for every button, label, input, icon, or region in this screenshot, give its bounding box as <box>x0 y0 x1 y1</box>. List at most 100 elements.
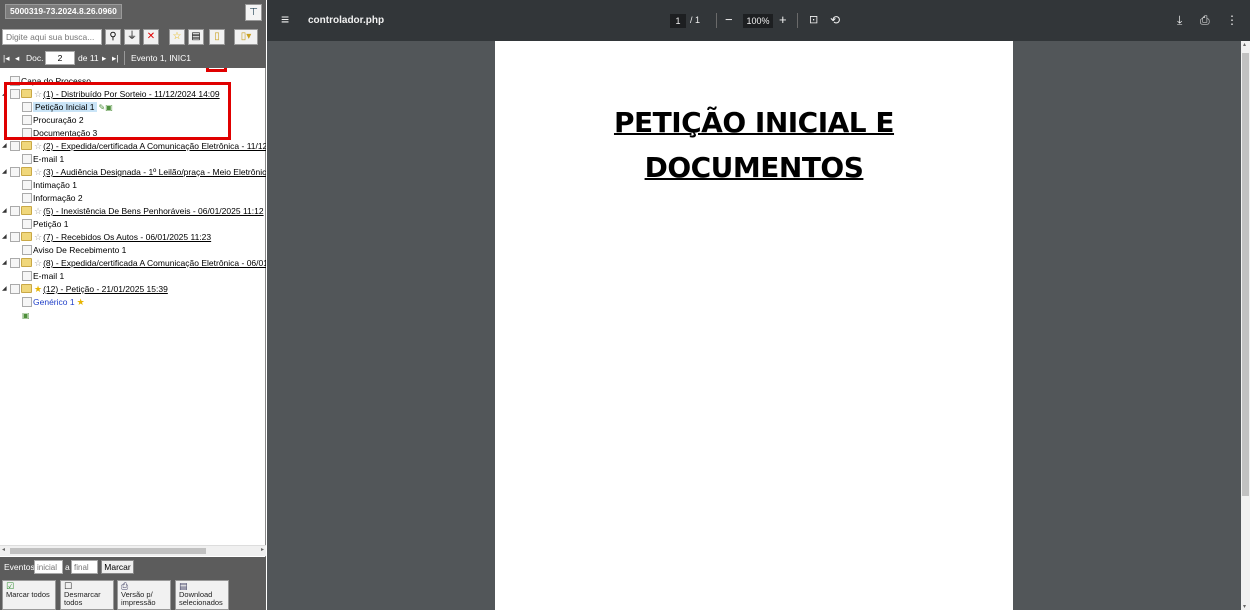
checkbox[interactable] <box>10 258 20 268</box>
rotate-icon[interactable]: ⟲ <box>830 12 840 28</box>
folder-icon <box>21 258 32 267</box>
mark-all-button[interactable]: ☑ Marcar todos <box>2 580 56 610</box>
tree-doc-row[interactable]: Aviso De Recebimento 1 <box>22 244 126 257</box>
filter-icon[interactable]: ⏚ <box>124 29 140 45</box>
search-input[interactable] <box>2 29 102 45</box>
folder-icon <box>21 284 32 293</box>
current-event: Evento 1, INIC1 <box>131 53 192 63</box>
tree-doc-row[interactable]: Intimação 1 <box>22 179 77 192</box>
doc-label: Doc. <box>26 53 44 63</box>
event-start-input[interactable] <box>34 560 63 574</box>
scrollbar-thumb[interactable] <box>10 548 206 554</box>
checkbox[interactable] <box>22 271 32 281</box>
process-number: 5000319-73.2024.8.26.0960 <box>5 4 122 19</box>
checkbox[interactable] <box>22 245 32 255</box>
bottom-toolbar: ☑ Marcar todos ☐ Desmarcar todos ⎙ Versã… <box>0 578 266 610</box>
new-document-icon[interactable]: ▯▾ <box>234 29 258 45</box>
process-header: 5000319-73.2024.8.26.0960 ⊤ <box>0 0 266 25</box>
mark-range-button[interactable]: Marcar <box>101 560 134 574</box>
pdf-viewer: ≡ controlador.php 1 / 1 − 100% + ⊡ ⟲ ⤓ ⎙… <box>267 0 1250 610</box>
star-icon[interactable]: ☆ <box>34 167 42 177</box>
scrollbar-thumb[interactable] <box>1242 53 1249 496</box>
tree-event-row[interactable]: ◢ ☆(2) - Expedida/certificada A Comunica… <box>0 140 266 153</box>
last-doc-icon[interactable]: ▸| <box>112 53 118 64</box>
print-icon[interactable]: ⎙ <box>1200 12 1210 28</box>
scroll-up-icon[interactable]: ▴ <box>1243 41 1246 48</box>
zoom-out-icon[interactable]: − <box>725 12 733 28</box>
zoom-in-icon[interactable]: + <box>779 12 787 28</box>
expand-icon[interactable]: ◢ <box>2 257 7 270</box>
page-total: / 1 <box>690 15 701 25</box>
checkbox[interactable] <box>10 206 20 216</box>
events-label: Eventos <box>4 562 35 572</box>
scroll-down-icon[interactable]: ▾ <box>1243 603 1246 610</box>
highlight-box-tree <box>4 82 231 140</box>
tree-doc-row[interactable]: E-mail 1 <box>22 270 64 283</box>
prev-doc-icon[interactable]: ◂ <box>15 53 19 64</box>
expand-icon[interactable]: ◢ <box>2 283 7 296</box>
checkbox[interactable] <box>22 219 32 229</box>
tree-event-row[interactable]: ◢ ★(12) - Petição - 21/01/2025 15:39 <box>0 283 266 296</box>
list-icon[interactable]: ▤ <box>188 29 204 45</box>
zoom-level[interactable]: 100% <box>743 14 773 28</box>
tree-event-row[interactable]: ◢ ☆(8) - Expedida/certificada A Comunica… <box>0 257 266 270</box>
tree-doc-row[interactable]: Informação 2 <box>22 192 83 205</box>
vertical-scrollbar[interactable]: ▴ ▾ <box>1241 41 1250 610</box>
checkbox[interactable] <box>10 167 20 177</box>
checkbox[interactable] <box>22 180 32 190</box>
pin-icon[interactable]: ⊤ <box>245 4 262 21</box>
star-icon[interactable]: ★ <box>34 284 42 294</box>
tree-event-row[interactable]: ◢ ☆(7) - Recebidos Os Autos - 06/01/2025… <box>0 231 266 244</box>
expand-icon[interactable]: ◢ <box>2 140 7 153</box>
menu-icon[interactable]: ≡ <box>281 12 289 26</box>
star-icon[interactable]: ☆ <box>34 141 42 151</box>
download-selected-button[interactable]: ▤ Download selecionados <box>175 580 229 610</box>
star-icon[interactable]: ☆ <box>34 258 42 268</box>
tree-event-row[interactable]: ◢ ☆(5) - Inexistência De Bens Penhorávei… <box>0 205 266 218</box>
scroll-right-icon[interactable]: ▸ <box>261 546 264 553</box>
events-range-bar: Eventos a Marcar <box>0 557 266 578</box>
event-end-input[interactable] <box>71 560 98 574</box>
search-toolbar: ⚲ ⏚ ✕ ☆ ▤ ▯ ▯▾ <box>0 25 266 72</box>
toolbar-divider <box>797 13 798 28</box>
star-icon[interactable]: ☆ <box>34 232 42 242</box>
folder-icon <box>21 167 32 176</box>
star-icon[interactable]: ★ <box>77 297 85 307</box>
tree-doc-row[interactable]: E-mail 1 <box>22 153 64 166</box>
page-number-input[interactable]: 1 <box>670 14 686 28</box>
page-title-line-1: PETIÇÃO INICIAL E <box>613 106 895 139</box>
range-separator: a <box>65 562 70 572</box>
fit-page-icon[interactable]: ⊡ <box>809 12 818 28</box>
more-icon[interactable]: ⋮ <box>1226 12 1238 28</box>
checkbox[interactable] <box>22 154 32 164</box>
print-version-button[interactable]: ⎙ Versão p/ impressão <box>117 580 171 610</box>
star-icon[interactable]: ☆ <box>169 29 185 45</box>
horizontal-scrollbar[interactable]: ◂ ▸ <box>0 545 266 556</box>
checkbox[interactable] <box>10 141 20 151</box>
clear-icon[interactable]: ✕ <box>143 29 159 45</box>
scroll-left-icon[interactable]: ◂ <box>2 546 5 553</box>
tree-event-row[interactable]: ◢ ☆(3) - Audiência Designada - 1º Leilão… <box>0 166 266 179</box>
document-icon[interactable]: ▯ <box>209 29 225 45</box>
doc-total: de 11 <box>78 53 99 63</box>
page-title-line-2: DOCUMENTOS <box>644 151 864 184</box>
checkbox[interactable] <box>10 232 20 242</box>
search-icon[interactable]: ⚲ <box>105 29 121 45</box>
download-icon[interactable]: ⤓ <box>1177 12 1182 28</box>
tree-doc-row[interactable]: Petição 1 <box>22 218 68 231</box>
doc-number-input[interactable] <box>45 51 75 65</box>
tree-doc-row[interactable]: Genérico 1 ★ <box>22 296 86 309</box>
star-icon[interactable]: ☆ <box>34 206 42 216</box>
add-document-icon[interactable]: ▣ <box>20 309 30 322</box>
next-doc-icon[interactable]: ▸ <box>102 53 106 64</box>
checkbox[interactable] <box>10 284 20 294</box>
unmark-all-button[interactable]: ☐ Desmarcar todos <box>60 580 114 610</box>
expand-icon[interactable]: ◢ <box>2 166 7 179</box>
checkbox[interactable] <box>22 297 32 307</box>
first-doc-icon[interactable]: |◂ <box>3 53 9 64</box>
expand-icon[interactable]: ◢ <box>2 231 7 244</box>
folder-icon <box>21 206 32 215</box>
checkbox[interactable] <box>22 193 32 203</box>
process-tree-panel: 5000319-73.2024.8.26.0960 ⊤ ⚲ ⏚ ✕ ☆ ▤ ▯ … <box>0 0 266 610</box>
expand-icon[interactable]: ◢ <box>2 205 7 218</box>
